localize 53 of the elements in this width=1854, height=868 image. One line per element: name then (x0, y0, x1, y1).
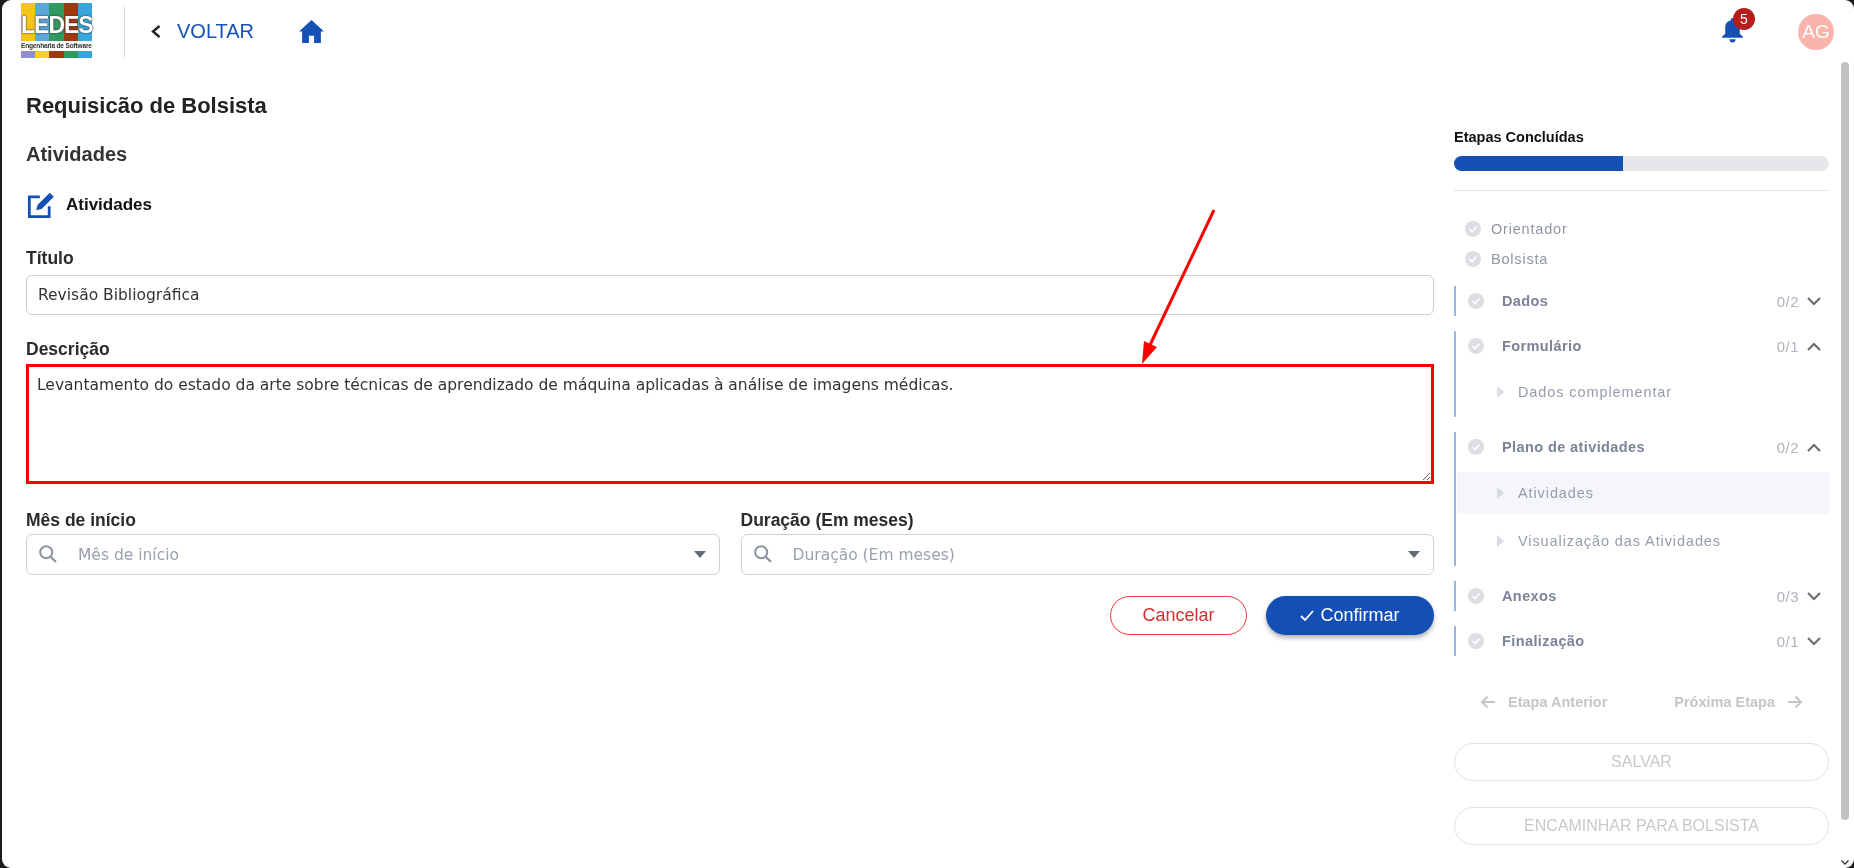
scroll-down-icon[interactable] (1841, 860, 1849, 865)
description-textarea[interactable]: Levantamento do estado da arte sobre técnicas de aprendizado de máquina aplicadas à análise de imagens médicas. (26, 364, 1434, 484)
form-heading: Atividades (66, 195, 152, 215)
back-button[interactable]: VOLTAR (151, 20, 255, 43)
step-group-title[interactable]: Finalização (1502, 633, 1585, 649)
step-group-title[interactable]: Formulário (1502, 338, 1582, 354)
progress-title: Etapas Concluídas (1454, 128, 1585, 146)
chevron-up-icon[interactable] (1807, 341, 1821, 351)
confirm-button[interactable]: Confirmar (1266, 596, 1434, 635)
chevron-down-icon[interactable] (1807, 591, 1821, 601)
step-label[interactable]: Bolsista (1491, 251, 1549, 267)
chevron-down-icon[interactable] (1807, 636, 1821, 646)
step-count: 0/1 (1776, 632, 1799, 650)
step-group-title[interactable]: Anexos (1502, 588, 1557, 604)
title-input[interactable]: Revisão Bibliográfica (26, 275, 1434, 315)
arrow-right-icon (1787, 695, 1803, 709)
edit-icon (27, 191, 55, 219)
caret-down-icon (1408, 551, 1420, 558)
search-icon (39, 545, 57, 563)
step-count: 0/1 (1776, 337, 1799, 355)
step-group-title[interactable]: Dados (1502, 293, 1549, 309)
field-label: Descrição (26, 339, 111, 359)
chevron-up-icon[interactable] (1807, 442, 1821, 452)
dropdown-field[interactable]: Mês de início (26, 534, 720, 575)
step-count: 0/2 (1776, 438, 1799, 456)
caret-down-icon (693, 551, 706, 558)
substep-item[interactable]: Dados complementar (1457, 371, 1829, 413)
field-label: Duração (Em meses) (740, 510, 915, 530)
cancel-button[interactable]: Cancelar (1110, 596, 1247, 635)
field-label: Mês de início (26, 510, 137, 530)
triangle-right-icon (1497, 386, 1504, 398)
step-label[interactable]: Orientador (1491, 221, 1568, 237)
field-label: Título (26, 248, 75, 268)
step-group-title[interactable]: Plano de atividades (1502, 439, 1645, 455)
substep-item[interactable]: Visualização das Atividades (1457, 520, 1829, 562)
step-count: 0/3 (1776, 587, 1799, 605)
step-count: 0/2 (1776, 292, 1799, 310)
scrollbar-thumb[interactable] (1841, 62, 1849, 820)
arrow-left-icon (1480, 695, 1496, 709)
notification-badge: 5 (1733, 7, 1755, 30)
triangle-right-icon (1497, 535, 1504, 547)
search-icon (753, 545, 772, 563)
substep-item[interactable]: Atividades (1457, 472, 1829, 514)
logo-color-strip (21, 51, 92, 58)
page-title: Requisicão de Bolsista (26, 93, 268, 119)
triangle-right-icon (1497, 487, 1504, 499)
chevron-down-icon[interactable] (1807, 296, 1821, 306)
check-icon (1300, 610, 1315, 621)
home-icon[interactable] (299, 20, 325, 43)
section-title: Atividades (26, 142, 129, 166)
logo-wordmark: LEDES (21, 3, 92, 41)
chevron-left-icon (151, 25, 161, 38)
dropdown-field[interactable]: Duração (Em meses) (740, 534, 1434, 575)
